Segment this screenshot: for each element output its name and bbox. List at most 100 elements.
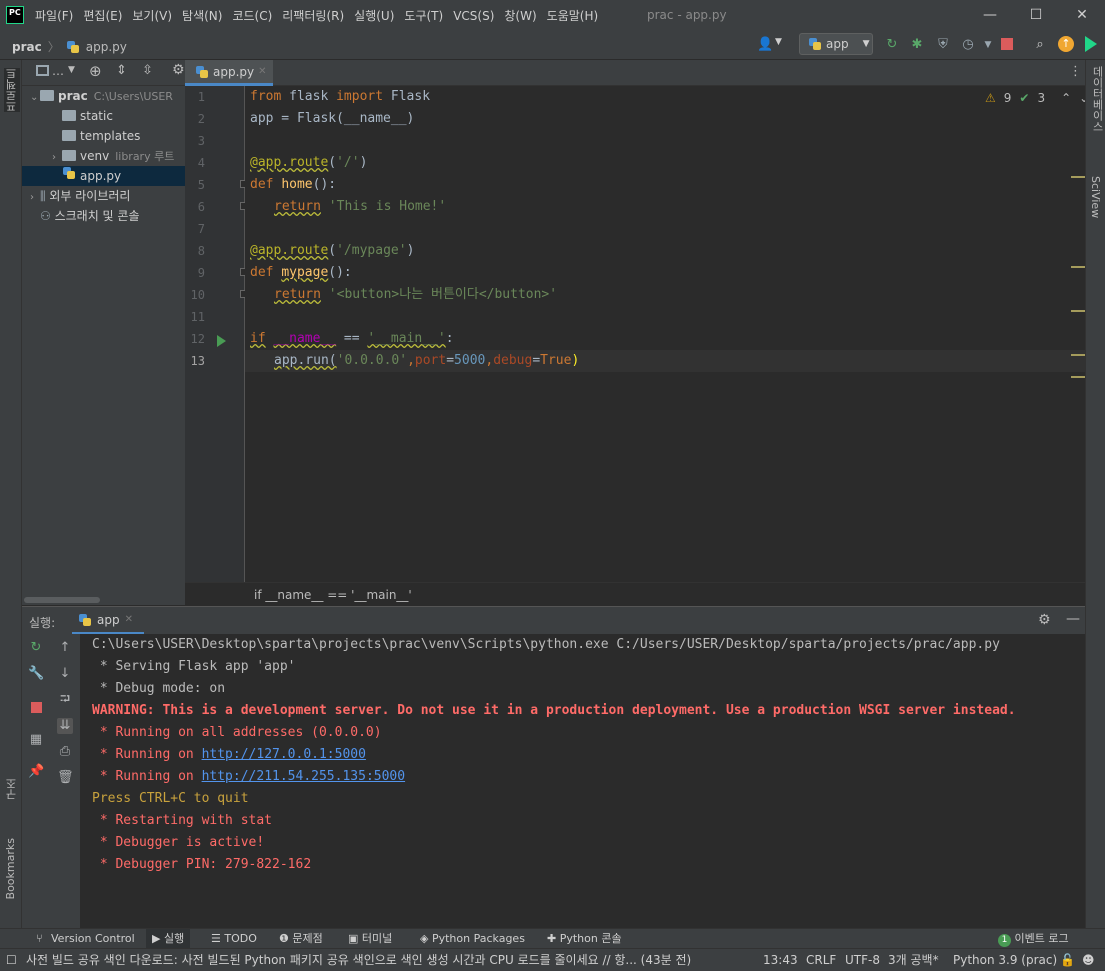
string: '/mypage' <box>336 243 407 258</box>
pin-icon[interactable]: 📌 <box>28 764 44 780</box>
debug-icon[interactable]: ✱ <box>909 37 925 53</box>
error-stripe-mark[interactable] <box>1071 354 1085 356</box>
tree-item[interactable]: ⌄ prac C:\Users\USER <box>22 86 185 106</box>
tree-item[interactable]: › venv library 루트 <box>22 146 185 166</box>
wrench-icon[interactable]: 🔧 <box>28 666 44 682</box>
minimize-icon[interactable]: — <box>967 0 1013 32</box>
tool-problems[interactable]: ❶ 문제점 <box>279 929 323 949</box>
menu-item[interactable]: 편집(E) <box>78 0 127 32</box>
menu-item[interactable]: 보기(V) <box>127 0 177 32</box>
gear-icon[interactable]: ⚙ <box>172 62 185 78</box>
error-stripe-mark[interactable] <box>1071 266 1085 268</box>
rerun-icon[interactable]: ↻ <box>884 37 900 53</box>
tab-app-py[interactable]: app.py ✕ <box>185 60 273 86</box>
arrow-up-icon[interactable]: ↑ <box>57 640 73 656</box>
tree-item[interactable]: › ⫼ 외부 라이브러리 <box>22 186 185 206</box>
stop-icon[interactable] <box>1001 38 1013 50</box>
operator: == <box>336 331 368 346</box>
run-configuration-select[interactable]: app ▼ <box>799 33 873 55</box>
code-editor[interactable]: from flask import Flask app = Flask(__na… <box>245 86 1085 582</box>
user-icon[interactable]: 👤 <box>757 37 773 53</box>
tree-item[interactable]: templates <box>22 126 185 146</box>
caret-position[interactable]: 13:43 <box>763 949 798 971</box>
line-separator[interactable]: CRLF <box>806 949 836 971</box>
right-tool-strip: 데이터베이스 SciView <box>1085 60 1105 928</box>
maximize-icon[interactable]: ☐ <box>1013 0 1059 32</box>
tree-item[interactable]: static <box>22 106 185 126</box>
locate-icon[interactable]: ⊕ <box>89 62 102 80</box>
trash-icon[interactable]: 🗑 <box>57 770 74 786</box>
expand-arrow-icon[interactable]: › <box>52 148 62 166</box>
layout-icon[interactable]: ▦ <box>28 732 44 748</box>
menu-item[interactable]: 리팩터링(R) <box>277 0 349 32</box>
tool-terminal[interactable]: ▣ 터미널 <box>348 929 392 949</box>
project-tool-button[interactable]: 프로젝트 <box>4 68 20 112</box>
database-tool-button[interactable]: 데이터베이스 <box>1089 66 1105 132</box>
tree-item[interactable]: ⚇ 스크래치 및 콘솔 <box>22 206 185 226</box>
menu-item[interactable]: 코드(C) <box>227 0 277 32</box>
console-output[interactable]: C:\Users\USER\Desktop\sparta\projects\pr… <box>80 634 1085 928</box>
expand-arrow-icon[interactable]: › <box>30 188 40 206</box>
indent-setting[interactable]: 3개 공백* <box>888 949 939 971</box>
menu-item[interactable]: 실행(U) <box>349 0 399 32</box>
event-log-button[interactable]: 1 이벤트 로그 <box>998 929 1069 949</box>
error-stripe-mark[interactable] <box>1071 176 1085 178</box>
coverage-icon[interactable]: ⛨ <box>935 37 951 53</box>
sciview-tool-button[interactable]: SciView <box>1089 176 1102 218</box>
tool-run-active[interactable]: ▶ 실행 <box>146 929 191 949</box>
close-tab-icon[interactable]: ✕ <box>258 66 266 77</box>
tool-python-console[interactable]: ✚ Python 콘솔 <box>547 929 622 949</box>
soft-wrap-icon[interactable]: ⮒ <box>57 692 73 708</box>
expand-arrow-icon[interactable]: ⌄ <box>30 88 40 106</box>
editor-breadcrumb[interactable]: if __name__ == '__main__' <box>185 582 1085 606</box>
menu-item[interactable]: 창(W) <box>499 0 541 32</box>
run-gutter-icon[interactable] <box>217 335 226 347</box>
print-icon[interactable]: ⎙ <box>57 744 73 760</box>
tree-item[interactable]: app.py <box>22 166 185 186</box>
update-icon[interactable]: ↑ <box>1058 36 1074 52</box>
file-encoding[interactable]: UTF-8 <box>845 949 880 971</box>
inspection-profile-icon[interactable]: ☻ <box>1082 949 1095 971</box>
horizontal-scrollbar[interactable] <box>24 597 100 603</box>
scroll-to-end-icon[interactable]: ⇊ <box>57 718 73 734</box>
error-stripe-mark[interactable] <box>1071 310 1085 312</box>
stop-icon[interactable] <box>31 702 42 713</box>
breadcrumb-project[interactable]: prac <box>12 40 42 54</box>
console-link[interactable]: http://127.0.0.1:5000 <box>202 747 366 762</box>
project-view-icon[interactable] <box>36 65 49 76</box>
tool-version-control[interactable]: Version Control <box>51 929 135 949</box>
menu-item[interactable]: 파일(F) <box>30 0 78 32</box>
profile-icon[interactable]: ◷ <box>960 37 976 53</box>
rerun-icon[interactable]: ↻ <box>28 640 44 656</box>
search-icon[interactable]: ⌕ <box>1032 37 1048 53</box>
menu-item[interactable]: 도구(T) <box>399 0 448 32</box>
chevron-up-icon[interactable]: ⌃ <box>1061 91 1071 105</box>
lock-icon[interactable]: 🔓 <box>1060 949 1075 971</box>
menu-item[interactable]: VCS(S) <box>448 0 499 32</box>
console-line: * Running on http://211.54.255.135:5000 <box>92 766 405 788</box>
python-interpreter[interactable]: Python 3.9 (prac) <box>953 949 1057 971</box>
status-message[interactable]: 사전 빌드 공유 색인 다운로드: 사전 빌드된 Python 패키지 공유 색… <box>26 949 736 971</box>
code-with-me-icon[interactable] <box>1085 36 1097 52</box>
close-window-icon[interactable]: ✕ <box>1059 0 1105 32</box>
breadcrumb-file[interactable]: app.py <box>86 40 127 54</box>
arrow-down-icon[interactable]: ↓ <box>57 666 73 682</box>
chevron-down-icon[interactable]: ▼ <box>68 65 75 75</box>
more-options-icon[interactable]: ⋮ <box>1069 64 1082 79</box>
tool-todo[interactable]: ☰ TODO <box>211 929 257 949</box>
inspection-widget[interactable]: ⚠9 ✔3 ⌃ ⌄ <box>985 91 1089 105</box>
run-panel-label: 실행: <box>29 616 56 630</box>
expand-all-icon[interactable]: ⇕ <box>116 63 127 78</box>
close-tab-icon[interactable]: ✕ <box>125 614 133 625</box>
error-stripe-mark[interactable] <box>1071 376 1085 378</box>
bookmarks-tool-button[interactable]: Bookmarks <box>4 838 17 899</box>
gear-icon[interactable]: ⚙ <box>1038 612 1051 628</box>
console-link[interactable]: http://211.54.255.135:5000 <box>202 769 406 784</box>
tool-python-packages[interactable]: ◈ Python Packages <box>420 929 525 949</box>
run-tab-app[interactable]: app ✕ <box>72 607 144 635</box>
hide-panel-icon[interactable]: — <box>1066 611 1080 627</box>
menu-item[interactable]: 탐색(N) <box>177 0 227 32</box>
collapse-all-icon[interactable]: ⇳ <box>142 63 153 78</box>
structure-tool-button[interactable]: 구조 <box>4 778 20 800</box>
menu-item[interactable]: 도움말(H) <box>542 0 604 32</box>
